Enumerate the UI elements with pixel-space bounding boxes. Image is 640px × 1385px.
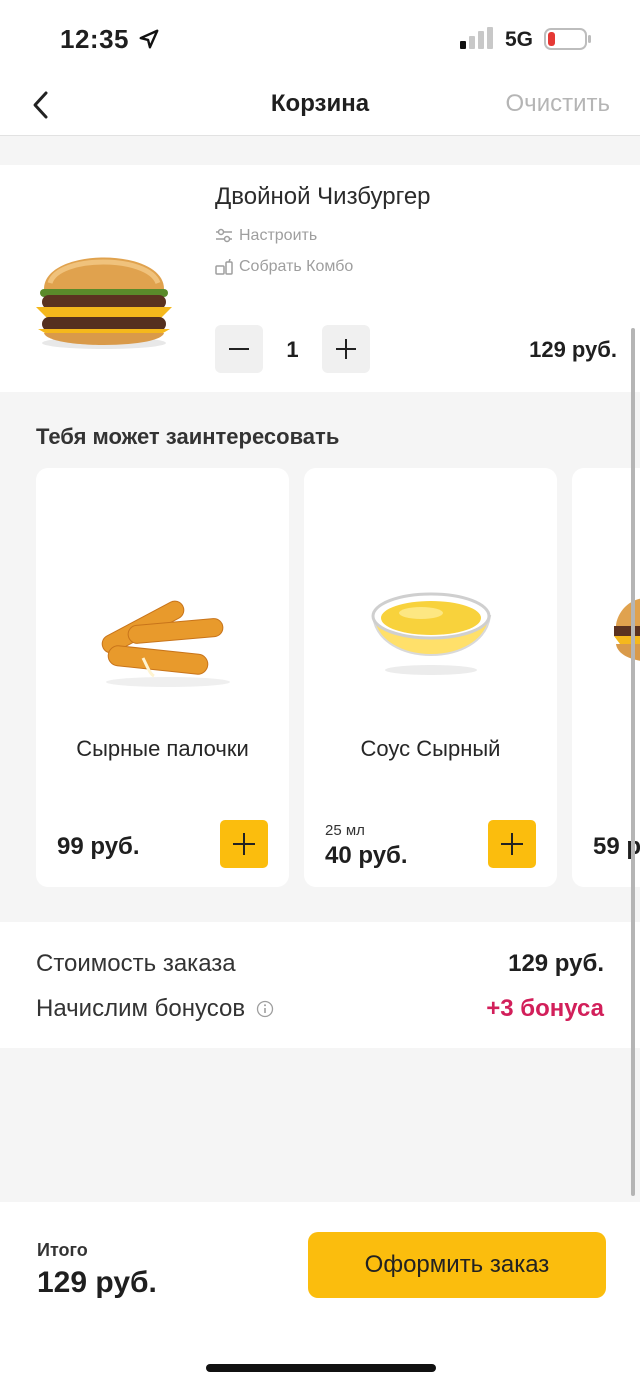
order-cost-label: Стоимость заказа: [36, 950, 236, 977]
network-label: 5G: [505, 28, 534, 51]
recommendation-size: 25 мл: [325, 822, 365, 839]
combo-label: Собрать Комбо: [239, 258, 354, 275]
recommendation-card[interactable]: 59 р: [572, 468, 640, 887]
checkout-button[interactable]: Оформить заказ: [308, 1232, 606, 1298]
home-indicator[interactable]: [206, 1364, 436, 1372]
minus-icon: [229, 348, 249, 350]
battery-icon: [544, 28, 591, 50]
cart-item: Двойной Чизбургер Настроить Собрать Комб…: [0, 165, 640, 392]
status-bar: 12:35 5G: [0, 0, 640, 78]
sliders-icon: [216, 228, 232, 243]
order-summary: Стоимость заказа 129 руб. Начислим бонус…: [0, 922, 640, 1048]
customize-button[interactable]: Настроить: [215, 227, 317, 245]
scrollbar[interactable]: [631, 328, 635, 1196]
status-time: 12:35: [60, 24, 129, 54]
recommendation-price: 99 руб.: [57, 833, 140, 860]
recommendations-title: Тебя может заинтересовать: [36, 424, 340, 449]
signal-icon: [460, 27, 493, 49]
double-cheeseburger-image: [36, 257, 172, 349]
recommendation-price: 40 руб.: [325, 842, 408, 869]
info-icon[interactable]: [256, 1000, 274, 1018]
navbar: Корзина Очистить: [0, 78, 640, 136]
recommendation-name: Сырные палочки: [76, 736, 249, 761]
recommendation-name: Соус Сырный: [360, 736, 501, 761]
bonus-row: Начислим бонусов: [36, 995, 274, 1023]
total-value: 129 руб.: [37, 1266, 157, 1299]
add-to-cart-button[interactable]: [488, 820, 536, 868]
cheese-sauce-image: [371, 592, 492, 675]
total-label: Итого: [37, 1240, 88, 1260]
recommendation-card[interactable]: Сырные палочки 99 руб.: [36, 468, 289, 887]
decrease-quantity-button[interactable]: [215, 325, 263, 373]
quantity-value: 1: [286, 337, 299, 362]
plus-icon: [336, 339, 356, 359]
add-to-cart-button[interactable]: [220, 820, 268, 868]
cheese-sticks-image: [101, 600, 230, 687]
location-arrow-icon: [139, 29, 159, 49]
build-combo-button[interactable]: Собрать Комбо: [215, 258, 353, 276]
checkout-footer: Итого 129 руб. Оформить заказ: [0, 1202, 640, 1385]
recommendation-card[interactable]: Соус Сырный 25 мл 40 руб.: [304, 468, 557, 887]
combo-icon: [215, 259, 233, 275]
clear-cart-button[interactable]: Очистить: [506, 90, 610, 118]
plus-icon: [501, 833, 523, 855]
cart-item-price: 129 руб.: [529, 337, 617, 362]
bonus-label: Начислим бонусов: [36, 995, 246, 1022]
customize-label: Настроить: [239, 227, 318, 244]
cart-item-name: Двойной Чизбургер: [215, 183, 431, 210]
order-cost-value: 129 руб.: [508, 950, 604, 977]
plus-icon: [233, 833, 255, 855]
bonus-value: +3 бонуса: [486, 995, 604, 1022]
increase-quantity-button[interactable]: [322, 325, 370, 373]
burger-image: [614, 598, 640, 661]
